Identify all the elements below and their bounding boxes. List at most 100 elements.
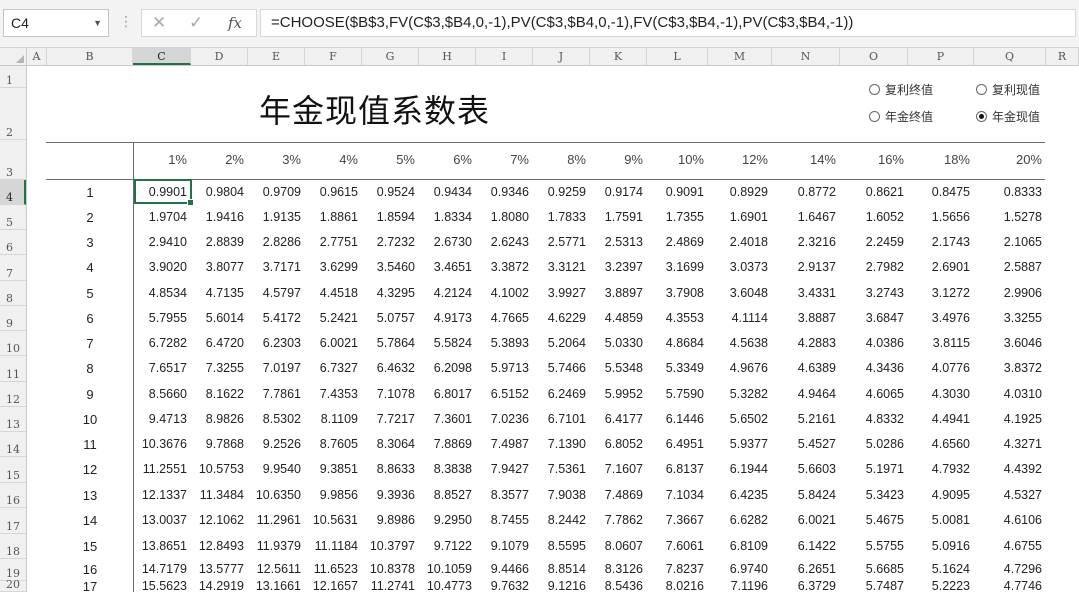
table-cell[interactable]: 11.1184 — [305, 539, 358, 553]
table-cell[interactable]: 11.6523 — [305, 562, 358, 576]
table-cell[interactable]: 1.8334 — [419, 210, 472, 224]
table-cell[interactable]: 8.1622 — [191, 387, 244, 401]
table-cell[interactable]: 9.9540 — [248, 462, 301, 476]
table-cell[interactable]: 8.8633 — [362, 462, 415, 476]
table-cell[interactable]: 6.4235 — [708, 488, 768, 502]
table-cell[interactable]: 2.2459 — [840, 235, 904, 249]
table-cell[interactable]: 8.3577 — [476, 488, 529, 502]
table-cell[interactable]: 8.7455 — [476, 513, 529, 527]
table-cell[interactable]: 13.5777 — [191, 562, 244, 576]
table-cell[interactable]: 14.7179 — [133, 562, 187, 576]
table-cell[interactable]: 9.3851 — [305, 462, 358, 476]
table-cell[interactable]: 5.4527 — [772, 437, 836, 451]
row-header-11[interactable]: 11 — [0, 356, 26, 382]
table-cell[interactable]: 5.7487 — [840, 579, 904, 592]
table-cell[interactable]: 4.2124 — [419, 286, 472, 300]
table-cell[interactable]: 4.4859 — [590, 311, 643, 325]
table-cell[interactable]: 9.3936 — [362, 488, 415, 502]
table-cell[interactable]: 9.7632 — [476, 579, 529, 592]
row-header-2[interactable]: 2 — [0, 88, 26, 140]
table-cell[interactable]: 8.5660 — [133, 387, 187, 401]
table-cell[interactable]: 9.8986 — [362, 513, 415, 527]
radio-selected-icon[interactable] — [976, 111, 987, 122]
table-cell[interactable]: 7.7862 — [590, 513, 643, 527]
table-cell[interactable]: 3.4651 — [419, 260, 472, 274]
drag-handle-icon[interactable]: ⋮ — [119, 11, 133, 31]
table-cell[interactable]: 6.5152 — [476, 387, 529, 401]
table-cell[interactable]: 8.8527 — [419, 488, 472, 502]
table-cell[interactable]: 7.7861 — [248, 387, 301, 401]
row-header-13[interactable]: 13 — [0, 407, 26, 432]
table-cell[interactable]: 5.2223 — [908, 579, 970, 592]
table-cell[interactable]: 4.6065 — [840, 387, 904, 401]
option-fv-annuity[interactable]: 年金终值 — [869, 108, 933, 125]
table-cell[interactable]: 3.7908 — [647, 286, 704, 300]
table-cell[interactable]: 3.4976 — [908, 311, 970, 325]
table-cell[interactable]: 6.8017 — [419, 387, 472, 401]
table-cell[interactable]: 11.2741 — [362, 579, 415, 592]
table-cell[interactable]: 8.0607 — [590, 539, 643, 553]
table-cell[interactable]: 7.0197 — [248, 361, 301, 375]
table-cell[interactable]: 6.8052 — [590, 437, 643, 451]
table-cell[interactable]: 0.9709 — [248, 185, 301, 199]
table-cell[interactable]: 6.8109 — [708, 539, 768, 553]
table-cell[interactable]: 3.3121 — [533, 260, 586, 274]
table-cell[interactable]: 7.4987 — [476, 437, 529, 451]
table-cell[interactable]: 5.6014 — [191, 311, 244, 325]
table-cell[interactable]: 0.9804 — [191, 185, 244, 199]
table-cell[interactable]: 5.7864 — [362, 336, 415, 350]
column-header-r[interactable]: R — [1046, 48, 1079, 65]
column-header-q[interactable]: Q — [974, 48, 1046, 65]
table-cell[interactable]: 2.9410 — [133, 235, 187, 249]
table-cell[interactable]: 4.7746 — [974, 579, 1042, 592]
table-cell[interactable]: 3.1272 — [908, 286, 970, 300]
table-cell[interactable]: 4.9676 — [708, 361, 768, 375]
column-header-h[interactable]: H — [419, 48, 476, 65]
table-cell[interactable]: 5.8424 — [772, 488, 836, 502]
table-cell[interactable]: 5.6685 — [840, 562, 904, 576]
table-cell[interactable]: 9.9856 — [305, 488, 358, 502]
table-cell[interactable]: 3.8897 — [590, 286, 643, 300]
table-cell[interactable]: 5.6603 — [772, 462, 836, 476]
table-cell[interactable]: 7.3667 — [647, 513, 704, 527]
table-cell[interactable]: 4.3295 — [362, 286, 415, 300]
row-header-16[interactable]: 16 — [0, 483, 26, 508]
table-cell[interactable]: 4.6560 — [908, 437, 970, 451]
table-cell[interactable]: 10.3797 — [362, 539, 415, 553]
row-header-20[interactable]: 20 — [0, 578, 26, 592]
table-cell[interactable]: 0.9091 — [647, 185, 704, 199]
table-cell[interactable]: 11.2551 — [133, 462, 187, 476]
row-header-4[interactable]: 4 — [0, 180, 26, 205]
table-cell[interactable]: 10.1059 — [419, 562, 472, 576]
table-cell[interactable]: 5.2064 — [533, 336, 586, 350]
table-cell[interactable]: 6.1422 — [772, 539, 836, 553]
table-cell[interactable]: 1.5656 — [908, 210, 970, 224]
table-cell[interactable]: 10.4773 — [419, 579, 472, 592]
table-cell[interactable]: 6.0021 — [772, 513, 836, 527]
table-cell[interactable]: 5.3282 — [708, 387, 768, 401]
table-cell[interactable]: 3.2743 — [840, 286, 904, 300]
table-cell[interactable]: 5.7466 — [533, 361, 586, 375]
column-header-l[interactable]: L — [647, 48, 708, 65]
table-cell[interactable]: 2.5887 — [974, 260, 1042, 274]
table-cell[interactable]: 5.0330 — [590, 336, 643, 350]
table-cell[interactable]: 3.3872 — [476, 260, 529, 274]
column-header-e[interactable]: E — [248, 48, 305, 65]
table-cell[interactable]: 8.3126 — [590, 562, 643, 576]
table-cell[interactable]: 2.5313 — [590, 235, 643, 249]
row-header-5[interactable]: 5 — [0, 205, 26, 230]
table-cell[interactable]: 12.1062 — [191, 513, 244, 527]
table-cell[interactable]: 3.2397 — [590, 260, 643, 274]
table-cell[interactable]: 3.9927 — [533, 286, 586, 300]
table-cell[interactable]: 3.6847 — [840, 311, 904, 325]
select-all-button[interactable] — [0, 48, 27, 65]
table-cell[interactable]: 4.2883 — [772, 336, 836, 350]
table-cell[interactable]: 12.5611 — [248, 562, 301, 576]
table-cell[interactable]: 6.3729 — [772, 579, 836, 592]
row-header-8[interactable]: 8 — [0, 281, 26, 306]
column-header-m[interactable]: M — [708, 48, 772, 65]
table-cell[interactable]: 4.9095 — [908, 488, 970, 502]
table-cell[interactable]: 8.1109 — [305, 412, 358, 426]
row-header-12[interactable]: 12 — [0, 382, 26, 407]
table-cell[interactable]: 4.1002 — [476, 286, 529, 300]
